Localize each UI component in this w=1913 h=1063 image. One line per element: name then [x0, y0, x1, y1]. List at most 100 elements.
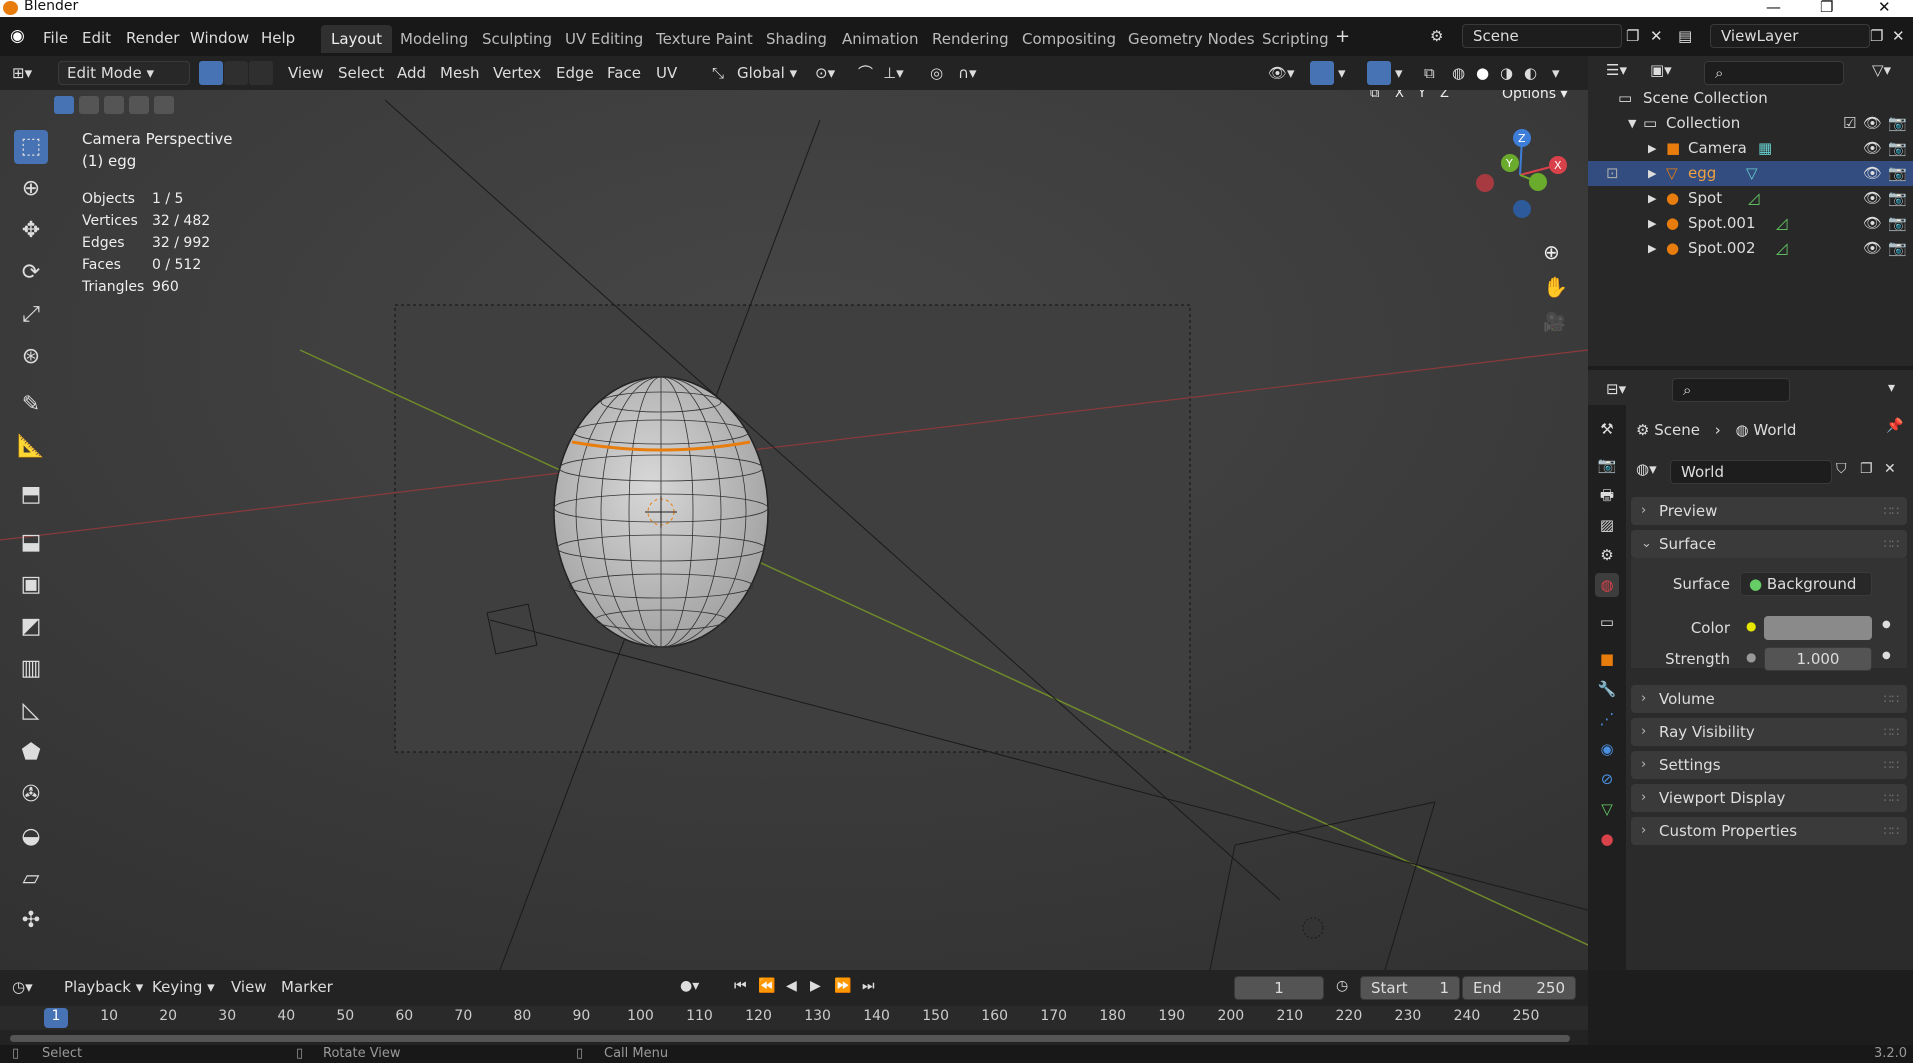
menu-timeline-view[interactable]: View [231, 978, 267, 996]
mirror-x[interactable]: X [1395, 90, 1404, 101]
new-world-icon[interactable]: ❐ [1860, 461, 1873, 477]
outliner-item-spot[interactable]: ▶ ● Spot ◿ 👁 📷 [1588, 186, 1913, 211]
loop-cut-tool-icon[interactable]: ▥ [14, 652, 48, 686]
keyframe-dot-icon[interactable]: ● [1882, 619, 1891, 630]
orientation-selector[interactable]: Global ▾ [737, 61, 797, 85]
close-icon[interactable]: ✕ [1878, 0, 1891, 16]
checkbox-icon[interactable]: ☑ [1843, 111, 1856, 136]
render-camera-icon[interactable]: 📷 [1888, 161, 1907, 186]
eye-icon[interactable]: 👁 [1863, 111, 1882, 136]
rotate-tool-icon[interactable]: ⟳ [14, 256, 48, 290]
physics-tab-icon[interactable]: ◉ [1595, 737, 1619, 761]
panel-ray-visibility[interactable]: › Ray Visibility ∷∷ [1631, 718, 1907, 746]
new-view-layer-icon[interactable]: ❐ [1870, 27, 1883, 45]
spin-tool-icon[interactable]: ✇ [14, 778, 48, 812]
fake-user-icon[interactable]: ⛉ [1836, 461, 1847, 477]
scene-icon[interactable]: ⚙ [1430, 27, 1443, 45]
outliner-item-camera[interactable]: ▶ ■ Camera ▦ 👁 📷 [1588, 136, 1913, 161]
view-layer-icon[interactable]: ▤ [1678, 27, 1692, 45]
options-dropdown[interactable]: Options ▾ [1502, 90, 1568, 102]
panel-settings[interactable]: › Settings ∷∷ [1631, 751, 1907, 779]
render-camera-icon[interactable]: 📷 [1888, 111, 1907, 136]
menu-mesh[interactable]: Mesh [440, 61, 480, 85]
shading-dropdown-icon[interactable]: ▾ [1552, 61, 1560, 85]
scene-tab-icon[interactable]: ⚙ [1595, 543, 1619, 567]
strength-field[interactable]: 1.000 [1764, 647, 1872, 671]
menu-uv[interactable]: UV [656, 61, 677, 85]
particles-tab-icon[interactable]: ⋰ [1595, 707, 1619, 731]
eye-icon[interactable]: 👁 [1863, 236, 1882, 261]
falloff-icon[interactable]: ∩▾ [958, 61, 977, 85]
transform-orientation-icon[interactable]: ⤡ [712, 61, 724, 85]
vertex-select-icon[interactable] [199, 61, 223, 85]
wireframe-shading-icon[interactable]: ◍ [1452, 61, 1465, 85]
annotate-tool-icon[interactable]: ✎ [14, 388, 48, 422]
snap-target-icon[interactable]: ⊥▾ [883, 61, 904, 85]
outliner-editor-icon[interactable]: ☰▾ [1606, 61, 1627, 79]
jump-end-icon[interactable]: ⏭ [862, 978, 875, 994]
properties-options-icon[interactable]: ▾ [1888, 380, 1895, 396]
edit-mode-icon[interactable]: ⊡ [1606, 161, 1619, 186]
pan-hand-icon[interactable]: ✋ [1543, 275, 1568, 299]
zoom-icon[interactable]: ⊕ [1543, 240, 1560, 264]
timeline-editor-icon[interactable]: ◷▾ [12, 978, 33, 996]
select-box-icon[interactable] [54, 96, 224, 114]
solid-shading-icon[interactable]: ● [1476, 61, 1489, 85]
properties-editor-icon[interactable]: ⊟▾ [1606, 380, 1626, 398]
snap-icon[interactable]: ⌒ [858, 61, 873, 85]
timeline-scrollbar[interactable] [10, 1035, 1570, 1042]
end-frame-field[interactable]: End 250 [1462, 976, 1576, 1000]
cursor-tool-icon[interactable]: ⊕ [14, 172, 48, 206]
breadcrumb-world[interactable]: World [1753, 421, 1796, 439]
jump-start-icon[interactable]: ⏮ [734, 978, 747, 994]
view-layer-selector[interactable]: ViewLayer [1710, 24, 1870, 48]
face-select-icon[interactable] [249, 61, 273, 85]
transform-tool-icon[interactable]: ⊛ [14, 340, 48, 374]
tab-shading[interactable]: Shading [756, 25, 837, 53]
poly-build-tool-icon[interactable]: ⬟ [14, 736, 48, 770]
pivot-icon[interactable]: ⊙▾ [815, 61, 835, 85]
outliner-scene-collection[interactable]: ▭ Scene Collection [1588, 86, 1913, 111]
smooth-tool-icon[interactable]: ◒ [14, 820, 48, 854]
breadcrumb-scene[interactable]: Scene [1654, 421, 1700, 439]
minimize-icon[interactable]: — [1766, 0, 1781, 16]
tab-geometry-nodes[interactable]: Geometry Nodes [1118, 25, 1265, 53]
display-mode-icon[interactable]: ▣▾ [1650, 61, 1672, 79]
object-tab-icon[interactable]: ■ [1595, 647, 1619, 671]
editor-type-icon[interactable]: ⊞▾ [12, 61, 32, 85]
menu-add[interactable]: Add [397, 61, 426, 85]
overlay-toggle-icon[interactable] [1367, 61, 1391, 85]
menu-edit[interactable]: Edit [82, 29, 111, 47]
outliner-item-spot-002[interactable]: ▶ ● Spot.002 ◿ 👁 📷 [1588, 236, 1913, 261]
menu-view[interactable]: View [288, 61, 324, 85]
maximize-icon[interactable]: ❐ [1820, 0, 1833, 16]
render-camera-icon[interactable]: 📷 [1888, 236, 1907, 261]
data-tab-icon[interactable]: ▽ [1595, 797, 1619, 821]
constraints-tab-icon[interactable]: ⊘ [1595, 767, 1619, 791]
move-tool-icon[interactable]: ✥ [14, 214, 48, 248]
pin-icon[interactable]: 📌 [1886, 418, 1903, 434]
tab-modeling[interactable]: Modeling [390, 25, 478, 53]
view-layer-tab-icon[interactable]: ▨ [1595, 513, 1619, 537]
menu-edge[interactable]: Edge [556, 61, 594, 85]
material-tab-icon[interactable]: ● [1595, 827, 1619, 851]
extrude-tool-icon[interactable]: ⬓ [14, 526, 48, 560]
navigation-gizmo[interactable]: Z X Y [1470, 125, 1570, 225]
tab-scripting[interactable]: Scripting [1252, 25, 1339, 53]
eye-icon[interactable]: 👁 [1863, 186, 1882, 211]
jump-keyframe-back-icon[interactable]: ⏪ [758, 978, 775, 994]
menu-playback[interactable]: Playback ▾ [64, 978, 143, 996]
knife-tool-icon[interactable]: ◺ [14, 694, 48, 728]
panel-viewport-display[interactable]: › Viewport Display ∷∷ [1631, 784, 1907, 812]
tab-compositing[interactable]: Compositing [1012, 25, 1126, 53]
world-tab-icon[interactable]: ◍ [1595, 573, 1619, 597]
panel-preview[interactable]: › Preview ∷∷ [1631, 497, 1907, 525]
camera-view-icon[interactable]: 🎥 [1543, 312, 1565, 333]
tab-texture-paint[interactable]: Texture Paint [646, 25, 763, 53]
render-camera-icon[interactable]: 📷 [1888, 211, 1907, 236]
current-frame-field[interactable]: 1 [1234, 976, 1324, 1000]
gizmo-dropdown-icon[interactable]: ▾ [1338, 61, 1346, 85]
preview-range-icon[interactable]: ◷ [1336, 978, 1348, 994]
tab-uv-editing[interactable]: UV Editing [555, 25, 653, 53]
world-name-field[interactable]: World [1670, 460, 1832, 484]
